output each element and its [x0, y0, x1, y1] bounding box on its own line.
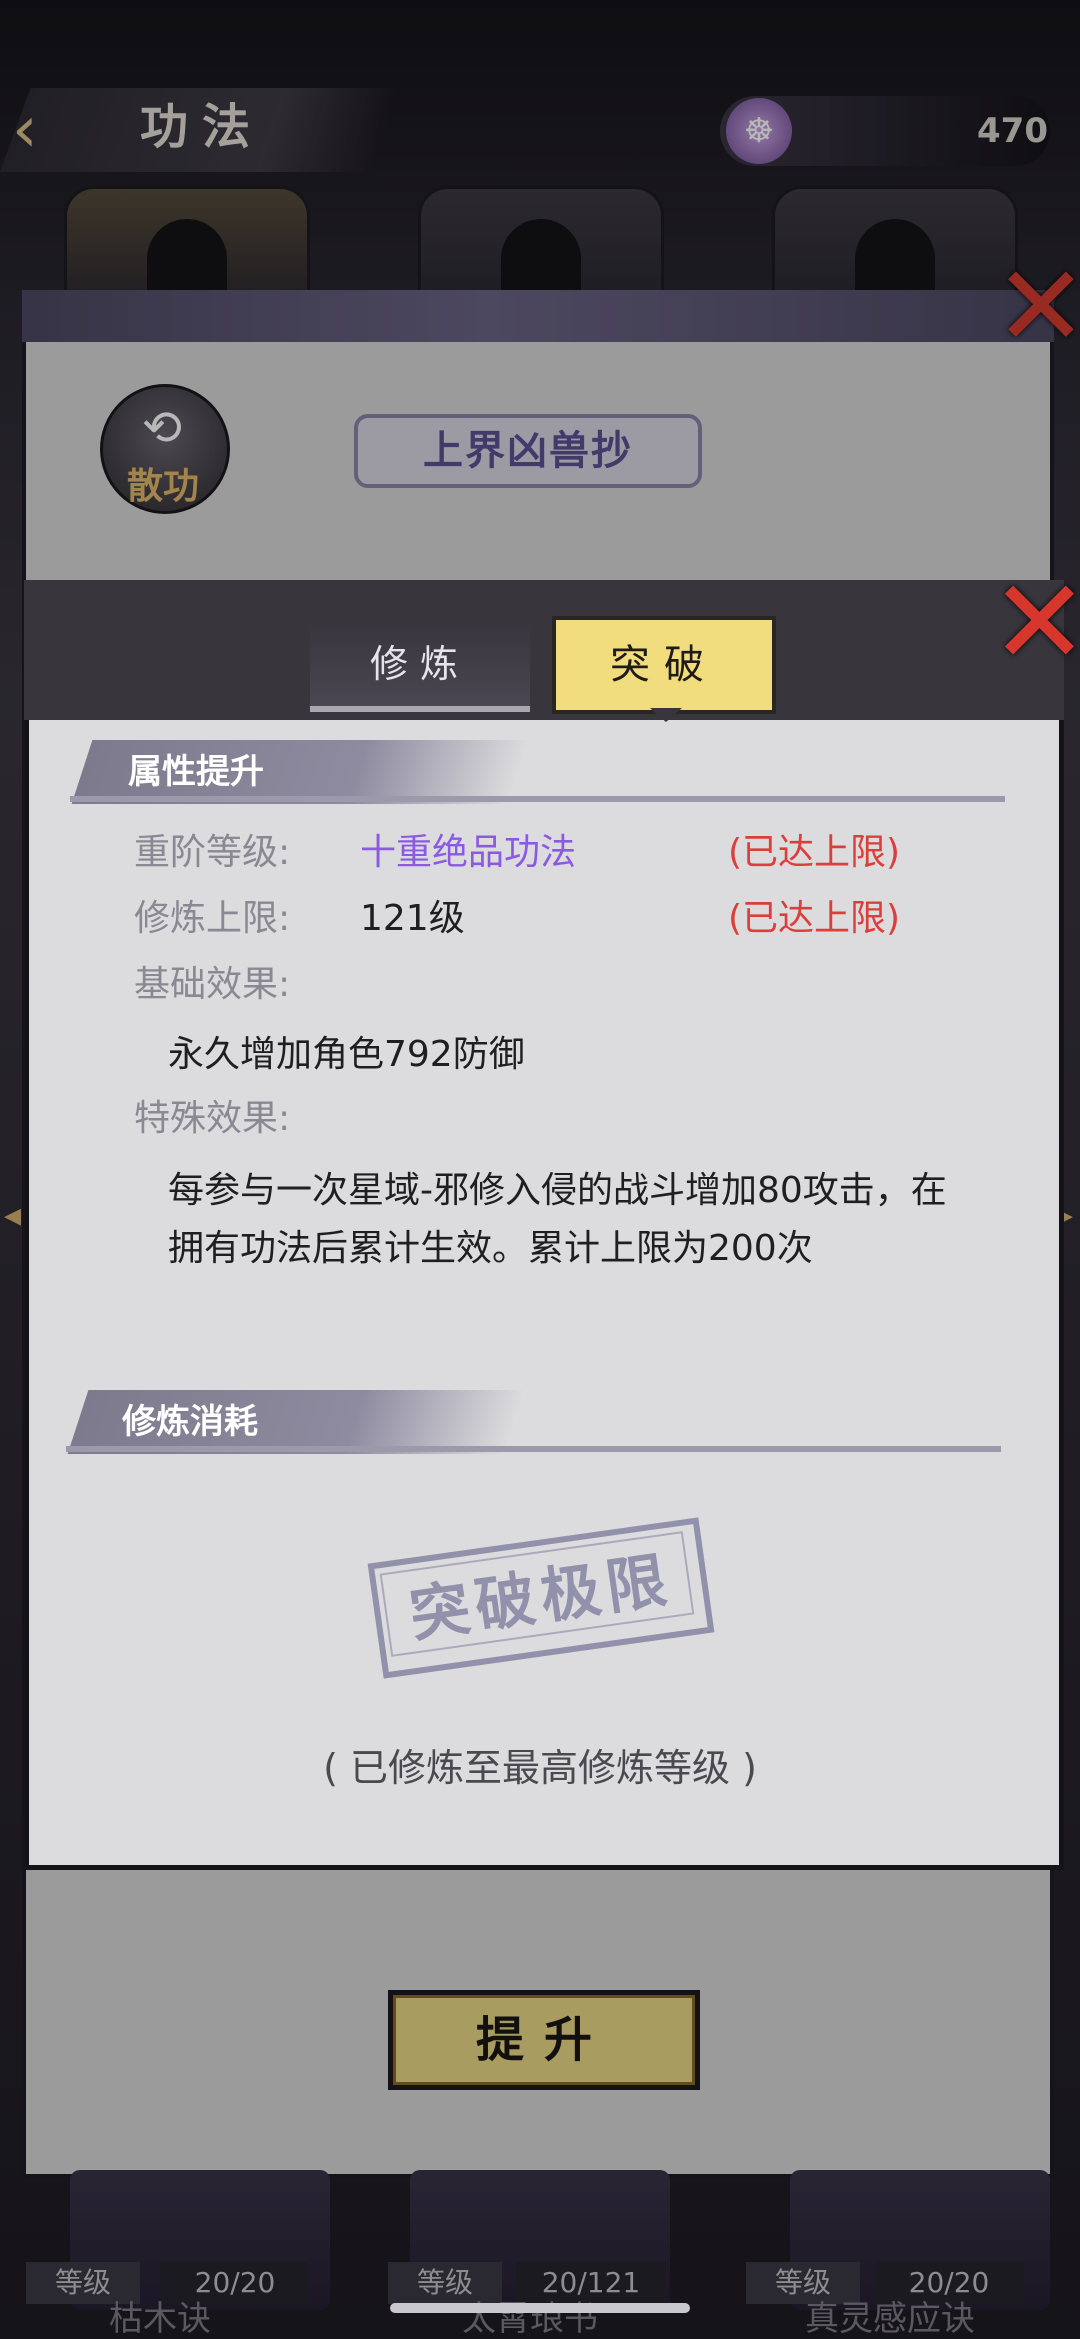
rank-level-value: 十重绝品功法 [360, 832, 577, 873]
special-effect-label: 特殊效果: [134, 1098, 291, 1139]
home-indicator[interactable] [390, 2303, 690, 2313]
special-effect-text: 每参与一次星域-邪修入侵的战斗增加80攻击，在拥有功法后累计生效。累计上限为20… [168, 1170, 947, 1269]
tab-breakthrough[interactable]: 突破 [552, 616, 776, 714]
basic-effect-text: 永久增加角色792防御 [168, 1034, 525, 1075]
basic-effect-label: 基础效果: [134, 964, 291, 1005]
rank-level-status: (已达上限) [728, 832, 901, 873]
rank-level-label: 重阶等级: [134, 832, 291, 873]
section-title-attributes: 属性提升 [128, 752, 264, 792]
section-title-cost: 修炼消耗 [122, 1402, 258, 1442]
cultivation-cap-label: 修炼上限: [134, 898, 291, 939]
cultivation-cap-value: 121级 [360, 898, 465, 939]
tab-cultivate[interactable]: 修炼 [310, 622, 530, 712]
cultivation-cap-status: (已达上限) [728, 898, 901, 939]
dialog-header [24, 580, 1064, 720]
close-icon[interactable]: ✕ [990, 563, 1080, 681]
tab-pointer [650, 708, 682, 722]
max-level-note: ( 已修炼至最高修炼等级 ) [323, 1746, 757, 1790]
